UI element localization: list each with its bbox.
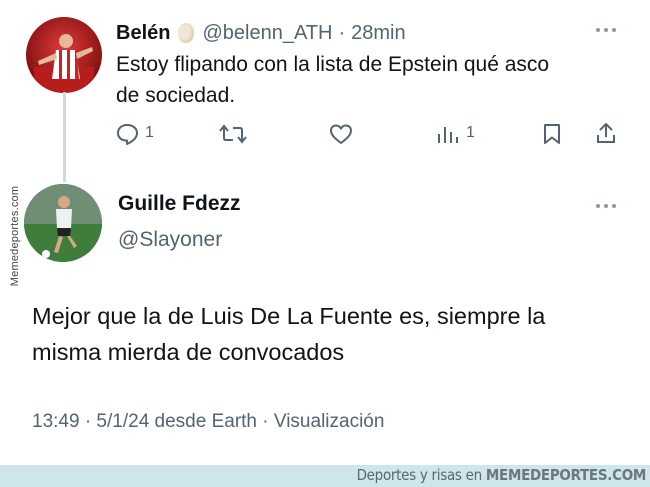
bookmark-icon[interactable] [543, 123, 561, 145]
tweet1-text-line1: Estoy flipando con la lista de Epstein q… [116, 53, 550, 76]
reply-count: 1 [145, 124, 154, 141]
footer-prefix: Deportes y risas en [356, 466, 483, 484]
views-count: 1 [466, 124, 475, 141]
tweet2-text-line2: misma mierda de convocados [32, 339, 345, 365]
thread-line [63, 92, 66, 182]
avatar-belen[interactable] [26, 17, 102, 93]
footer-site: MEMEDEPORTES.COM [485, 466, 646, 484]
share-icon[interactable] [595, 122, 617, 144]
tweet1-text: Estoy flipando con la lista de Epstein q… [116, 49, 549, 111]
tweet1-display-name[interactable]: Belén [116, 22, 170, 45]
egg-emoji-icon [178, 23, 195, 43]
reply-icon[interactable] [116, 123, 140, 145]
tweet1-handle[interactable]: @belenn_ATH [202, 22, 332, 45]
tweet2-more-icon[interactable] [595, 202, 617, 210]
side-watermark: Memedeportes.com [9, 185, 21, 287]
footer-watermark: Deportes y risas en MEMEDEPORTES.COM [356, 466, 647, 484]
tweet1-time-separator: · [338, 21, 346, 44]
tweet2-text: Mejor que la de Luis De La Fuente es, si… [32, 298, 545, 370]
like-icon[interactable] [329, 123, 353, 145]
tweet1-time[interactable]: 28min [351, 22, 405, 45]
tweet2-meta: 13:49 · 5/1/24 desde Earth · Visualizaci… [32, 411, 385, 432]
views-icon[interactable] [436, 124, 458, 144]
tweet1-header: Belén @belenn_ATH · 28min [116, 20, 406, 46]
tweet1-more-icon[interactable] [595, 26, 617, 34]
tweet2-handle[interactable]: @Slayoner [118, 228, 222, 252]
tweet2-text-line1: Mejor que la de Luis De La Fuente es, si… [32, 303, 546, 329]
avatar-guille[interactable] [24, 184, 102, 262]
tweet2-display-name[interactable]: Guille Fdezz [118, 192, 241, 216]
retweet-icon[interactable] [219, 123, 247, 145]
tweet1-text-line2: de sociedad. [116, 84, 236, 107]
